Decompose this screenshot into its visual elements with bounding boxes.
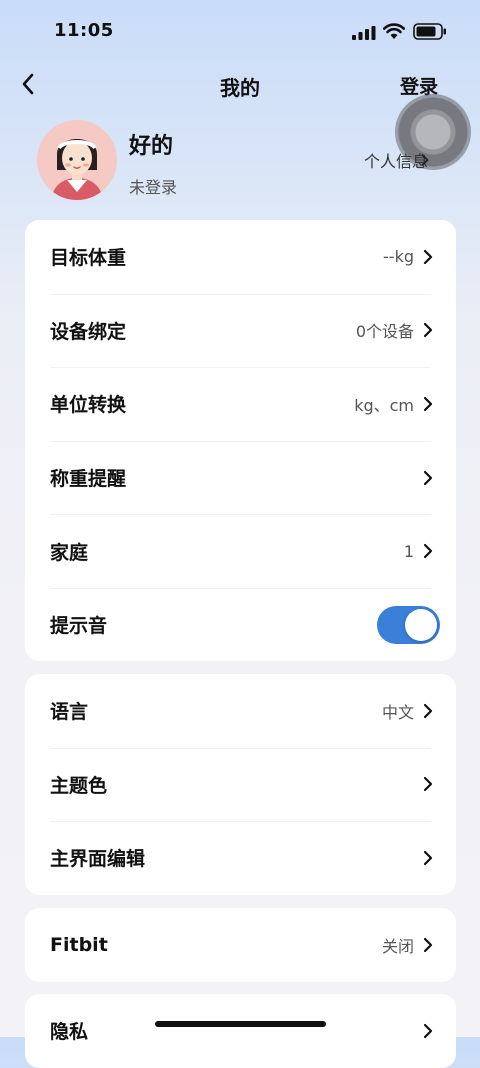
unit-conversion-value: kg、cm — [354, 395, 414, 415]
chevron-right-icon — [423, 249, 433, 264]
theme-color-row[interactable]: 主题色 — [25, 747, 456, 822]
privacy-label: 隐私 — [50, 1021, 89, 1044]
chevron-right-icon — [423, 470, 433, 485]
target-weight-row[interactable]: 目标体重 --kg — [25, 220, 456, 294]
chevron-right-icon — [423, 544, 433, 559]
device-binding-row[interactable]: 设备绑定 0个设备 — [25, 293, 456, 368]
cellular-signal-icon — [352, 26, 376, 40]
unit-conversion-label: 单位转换 — [50, 394, 127, 417]
wifi-icon — [383, 23, 405, 39]
profile-header[interactable]: 好的 未登录 个人信息 — [0, 116, 480, 212]
target-weight-label: 目标体重 — [50, 247, 127, 270]
language-label: 语言 — [50, 701, 89, 724]
home-indicator — [155, 1021, 326, 1027]
family-row[interactable]: 家庭 1 — [25, 514, 456, 588]
chevron-right-icon — [423, 1023, 433, 1038]
unit-conversion-row[interactable]: 单位转换 kg、cm — [25, 367, 456, 441]
status-time: 11:05 — [54, 20, 114, 41]
user-avatar-illustration — [37, 120, 117, 200]
personal-info-link[interactable]: 个人信息 — [364, 148, 428, 172]
weighing-reminder-label: 称重提醒 — [50, 468, 127, 491]
chevron-right-icon — [423, 937, 433, 952]
home-edit-row[interactable]: 主界面编辑 — [25, 821, 456, 895]
settings-card-fitbit: Fitbit 关闭 — [25, 908, 456, 982]
device-binding-value: 0个设备 — [355, 322, 414, 342]
avatar[interactable] — [37, 120, 117, 200]
settings-card-appearance: 语言 中文 主题色 主界面编辑 — [25, 674, 456, 895]
theme-color-label: 主题色 — [50, 774, 108, 797]
family-value: 1 — [403, 541, 414, 561]
nav-bar: 我的 登录 — [0, 64, 480, 106]
prompt-sound-row: 提示音 — [25, 587, 456, 661]
chevron-right-icon — [421, 154, 429, 166]
battery-icon — [413, 23, 446, 40]
prompt-sound-label: 提示音 — [50, 615, 108, 638]
home-edit-label: 主界面编辑 — [50, 848, 146, 871]
status-bar: 11:05 — [0, 0, 480, 64]
settings-card-privacy: 隐私 — [25, 994, 456, 1068]
chevron-right-icon — [423, 850, 433, 866]
profile-name: 好的 — [129, 134, 174, 159]
device-binding-label: 设备绑定 — [50, 320, 127, 343]
language-value: 中文 — [381, 702, 414, 722]
family-label: 家庭 — [50, 541, 89, 564]
personal-info-label: 个人信息 — [363, 152, 428, 171]
chevron-right-icon — [423, 777, 433, 792]
language-row[interactable]: 语言 中文 — [25, 674, 456, 748]
settings-card-main: 目标体重 --kg 设备绑定 0个设备 单位转换 kg、cm 称重提醒 家庭 1… — [25, 220, 456, 661]
fitbit-label: Fitbit — [50, 933, 108, 956]
weighing-reminder-row[interactable]: 称重提醒 — [25, 440, 456, 515]
fitbit-row[interactable]: Fitbit 关闭 — [25, 908, 456, 982]
target-weight-value: --kg — [383, 247, 414, 267]
prompt-sound-toggle[interactable] — [377, 605, 440, 644]
fitbit-value: 关闭 — [381, 936, 414, 956]
privacy-row[interactable]: 隐私 — [25, 994, 456, 1068]
login-status: 未登录 — [129, 178, 178, 197]
chevron-right-icon — [423, 396, 433, 412]
chevron-right-icon — [423, 323, 433, 338]
toggle-knob — [405, 608, 437, 641]
chevron-right-icon — [423, 703, 433, 718]
